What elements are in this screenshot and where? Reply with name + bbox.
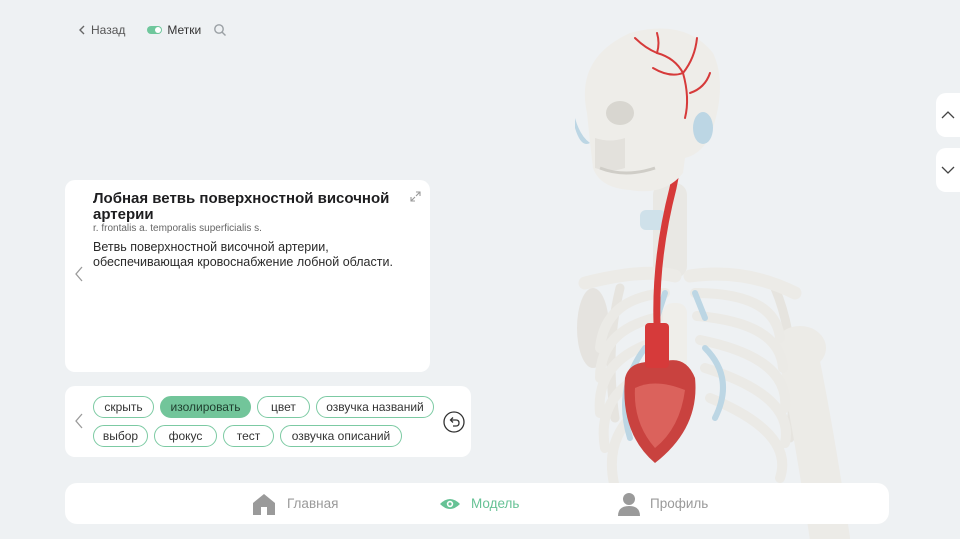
chevron-down-icon [941, 166, 955, 174]
chip-focus[interactable]: фокус [154, 425, 217, 447]
chip-voice-descriptions[interactable]: озвучка описаний [280, 425, 402, 447]
scroll-down-button[interactable] [936, 148, 960, 192]
chip-hide[interactable]: скрыть [93, 396, 154, 418]
chevron-up-icon [941, 111, 955, 119]
labels-toggle-label: Метки [167, 23, 202, 37]
top-bar: Назад Метки [78, 20, 227, 40]
bottom-nav: Главная Модель Профиль [65, 483, 889, 524]
home-icon [253, 493, 275, 515]
eye-icon [440, 498, 460, 509]
nav-home-label: Главная [287, 496, 339, 511]
nav-home[interactable]: Главная [251, 483, 338, 524]
back-label: Назад [91, 23, 126, 37]
latin-name: r. frontalis a. temporalis superficialis… [93, 223, 262, 234]
chip-isolate[interactable]: изолировать [160, 396, 251, 418]
chip-test[interactable]: тест [223, 425, 274, 447]
chevron-left-icon[interactable] [73, 265, 85, 283]
profile-icon [618, 492, 640, 516]
search-button[interactable] [213, 23, 227, 37]
skeleton-model[interactable] [545, 18, 855, 539]
expand-icon[interactable] [410, 191, 421, 202]
chevron-left-icon [79, 25, 85, 35]
labels-toggle[interactable]: Метки [147, 23, 201, 37]
chip-voice-names[interactable]: озвучка названий [316, 396, 434, 418]
chip-select[interactable]: выбор [93, 425, 148, 447]
nav-profile[interactable]: Профиль [618, 483, 708, 524]
nav-profile-label: Профиль [650, 496, 709, 511]
chevron-left-icon[interactable] [73, 412, 85, 430]
search-icon [214, 24, 227, 36]
chip-color[interactable]: цвет [257, 396, 310, 418]
scroll-up-button[interactable] [936, 93, 960, 137]
actions-card: скрыть изолировать цвет озвучка названий… [65, 386, 471, 457]
nav-model[interactable]: Модель [439, 483, 519, 524]
nav-model-label: Модель [471, 496, 520, 511]
structure-title: Лобная ветвь поверхностной височной арте… [93, 190, 390, 223]
undo-icon[interactable] [443, 411, 465, 433]
structure-description: Ветвь поверхностной височной артерии, об… [93, 240, 393, 269]
back-button[interactable]: Назад [78, 23, 125, 37]
toggle-switch[interactable] [147, 26, 163, 34]
info-card: Лобная ветвь поверхностной височной арте… [65, 180, 430, 372]
